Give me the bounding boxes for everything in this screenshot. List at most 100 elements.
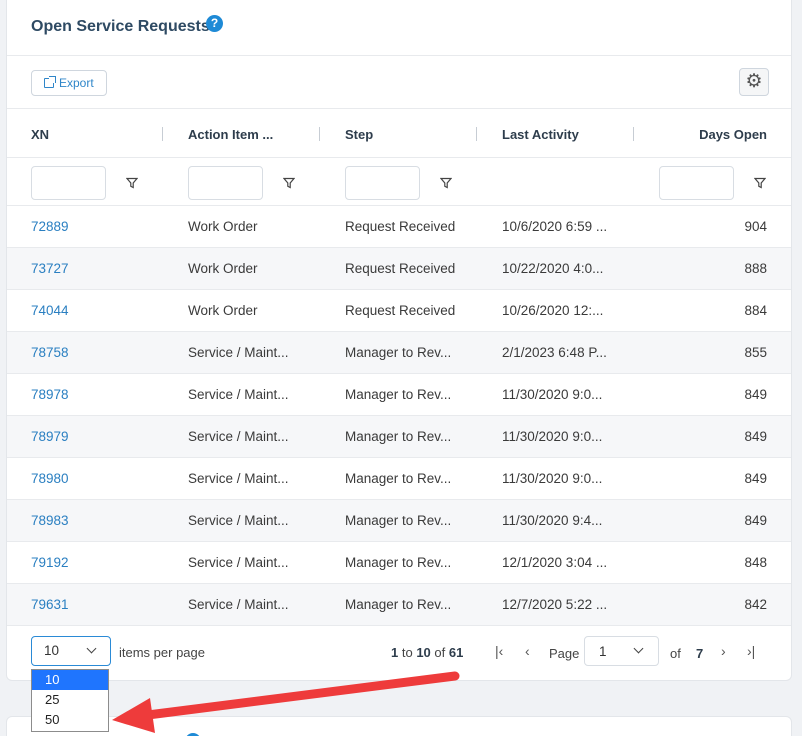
service-requests-panel: Open Service Requests ? Export ⚙ XN Acti… — [6, 0, 792, 681]
action-item-cell: Service / Maint... — [188, 555, 289, 570]
pager-info: 1 to 10 of 61 — [391, 645, 464, 660]
column-resize-handle[interactable] — [319, 127, 320, 141]
last-activity-cell: 10/22/2020 4:0... — [502, 261, 604, 276]
last-activity-cell: 11/30/2020 9:0... — [502, 471, 603, 486]
last-activity-cell: 11/30/2020 9:4... — [502, 513, 603, 528]
last-page-icon[interactable]: ›| — [747, 643, 755, 659]
previous-page-icon[interactable]: ‹ — [525, 643, 530, 659]
table-header: XN Action Item ... Step Last Activity Da… — [7, 109, 791, 158]
action-item-cell: Work Order — [188, 261, 258, 276]
table-row[interactable]: 78979 Service / Maint... Manager to Rev.… — [7, 416, 791, 458]
xn-link[interactable]: 72889 — [31, 219, 69, 234]
xn-filter-input[interactable] — [31, 166, 106, 200]
filter-icon[interactable] — [283, 177, 295, 189]
export-button[interactable]: Export — [31, 70, 107, 96]
xn-link[interactable]: 78983 — [31, 513, 69, 528]
table-row[interactable]: 72889 Work Order Request Received 10/6/2… — [7, 206, 791, 248]
column-resize-handle[interactable] — [633, 127, 634, 141]
of-label: of — [670, 646, 681, 661]
external-link-icon — [44, 76, 56, 88]
first-page-icon[interactable]: |‹ — [495, 643, 503, 659]
days-open-cell: 888 — [744, 261, 767, 276]
table-row[interactable]: 79192 Service / Maint... Manager to Rev.… — [7, 542, 791, 584]
chevron-down-icon — [86, 643, 97, 654]
last-activity-cell: 2/1/2023 6:48 P... — [502, 345, 607, 360]
page-size-option-10[interactable]: 10 — [32, 670, 108, 690]
filter-icon[interactable] — [126, 177, 138, 189]
column-header-step[interactable]: Step — [345, 127, 373, 142]
table-row[interactable]: 78980 Service / Maint... Manager to Rev.… — [7, 458, 791, 500]
days-open-cell: 849 — [744, 429, 767, 444]
filter-row — [7, 158, 791, 206]
settings-button[interactable]: ⚙ — [739, 68, 769, 96]
xn-link[interactable]: 79631 — [31, 597, 69, 612]
page-size-select[interactable]: 10 — [31, 636, 111, 666]
action-item-cell: Service / Maint... — [188, 345, 289, 360]
last-activity-cell: 11/30/2020 9:0... — [502, 387, 603, 402]
action-item-cell: Service / Maint... — [188, 513, 289, 528]
xn-link[interactable]: 78979 — [31, 429, 69, 444]
column-header-action-item[interactable]: Action Item ... — [188, 127, 273, 142]
current-page-value: 1 — [599, 644, 607, 659]
page-size-option-25[interactable]: 25 — [32, 690, 108, 710]
step-cell: Manager to Rev... — [345, 345, 452, 360]
step-cell: Manager to Rev... — [345, 387, 452, 402]
panel-title: Open Service Requests — [31, 18, 210, 35]
last-activity-cell: 12/1/2020 3:04 ... — [502, 555, 608, 570]
xn-link[interactable]: 73727 — [31, 261, 69, 276]
last-activity-cell: 12/7/2020 5:22 ... — [502, 597, 608, 612]
gear-icon: ⚙ — [745, 71, 763, 92]
table-body: 72889 Work Order Request Received 10/6/2… — [7, 206, 791, 626]
items-per-page-label: items per page — [119, 645, 205, 660]
page-label: Page — [549, 646, 580, 661]
days-open-cell: 848 — [744, 555, 767, 570]
page-size-dropdown: 10 25 50 — [31, 669, 109, 732]
table-row[interactable]: 79631 Service / Maint... Manager to Rev.… — [7, 584, 791, 626]
step-cell: Manager to Rev... — [345, 513, 452, 528]
page-size-option-50[interactable]: 50 — [32, 710, 108, 730]
column-header-days-open[interactable]: Days Open — [699, 127, 767, 142]
column-resize-handle[interactable] — [162, 127, 163, 141]
table-row[interactable]: 78983 Service / Maint... Manager to Rev.… — [7, 500, 791, 542]
xn-link[interactable]: 78978 — [31, 387, 69, 402]
action-item-cell: Service / Maint... — [188, 387, 289, 402]
days-open-cell: 849 — [744, 513, 767, 528]
days-open-cell: 849 — [744, 387, 767, 402]
action-item-cell: Work Order — [188, 303, 258, 318]
action-item-cell: Service / Maint... — [188, 429, 289, 444]
xn-link[interactable]: 74044 — [31, 303, 69, 318]
pager: 10 items per page 1 to 10 of 61 |‹ ‹ Pag… — [7, 626, 791, 679]
xn-link[interactable]: 78980 — [31, 471, 69, 486]
grid-toolbar: Export ⚙ — [7, 56, 791, 109]
xn-link[interactable]: 79192 — [31, 555, 69, 570]
step-cell: Manager to Rev... — [345, 555, 452, 570]
page-size-value: 10 — [44, 643, 60, 658]
step-filter-input[interactable] — [345, 166, 420, 200]
days-open-cell: 842 — [744, 597, 767, 612]
column-header-last-activity[interactable]: Last Activity — [502, 127, 579, 142]
action-item-cell: Work Order — [188, 219, 258, 234]
table-row[interactable]: 78758 Service / Maint... Manager to Rev.… — [7, 332, 791, 374]
last-activity-cell: 11/30/2020 9:0... — [502, 429, 603, 444]
days-open-filter-input[interactable] — [659, 166, 734, 200]
page-number-select[interactable]: 1 — [584, 636, 659, 666]
days-open-cell: 884 — [744, 303, 767, 318]
next-panel — [6, 716, 792, 736]
last-activity-cell: 10/6/2020 6:59 ... — [502, 219, 608, 234]
days-open-cell: 849 — [744, 471, 767, 486]
table-row[interactable]: 78978 Service / Maint... Manager to Rev.… — [7, 374, 791, 416]
action-item-filter-input[interactable] — [188, 166, 263, 200]
action-item-cell: Service / Maint... — [188, 471, 289, 486]
filter-icon[interactable] — [754, 177, 766, 189]
help-icon[interactable]: ? — [206, 15, 223, 32]
total-pages: 7 — [696, 646, 704, 661]
table-row[interactable]: 73727 Work Order Request Received 10/22/… — [7, 248, 791, 290]
column-header-xn[interactable]: XN — [31, 127, 49, 142]
xn-link[interactable]: 78758 — [31, 345, 69, 360]
step-cell: Request Received — [345, 303, 456, 318]
table-row[interactable]: 74044 Work Order Request Received 10/26/… — [7, 290, 791, 332]
column-resize-handle[interactable] — [476, 127, 477, 141]
next-page-icon[interactable]: › — [721, 643, 726, 659]
filter-icon[interactable] — [440, 177, 452, 189]
step-cell: Manager to Rev... — [345, 597, 452, 612]
